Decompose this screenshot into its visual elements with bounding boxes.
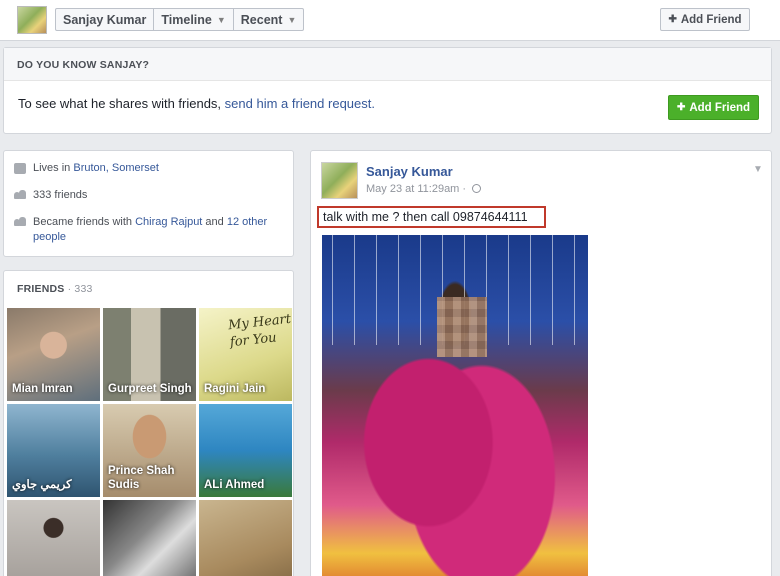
friends-title[interactable]: FRIENDS · 333 — [4, 271, 293, 307]
chevron-down-icon[interactable]: ▼ — [753, 164, 763, 175]
friend-name[interactable]: Mian Imran — [12, 382, 98, 396]
caret-down-icon: ▼ — [287, 14, 297, 25]
friend-tile[interactable]: Gurpreet Singh — [103, 308, 196, 401]
friend-name[interactable]: كريمي جاوي — [12, 478, 98, 492]
friends-count-text: 333 friends — [33, 189, 88, 201]
friend-tile[interactable] — [7, 500, 100, 576]
people-icon — [14, 217, 26, 228]
post-author-avatar[interactable] — [321, 162, 358, 199]
do-you-know-text: To see what he shares with friends, send… — [18, 96, 375, 111]
do-you-know-title: DO YOU KNOW SANJAY? — [4, 48, 771, 81]
home-icon — [14, 163, 26, 174]
friend-tile[interactable]: My Heart for You Ragini Jain — [199, 308, 292, 401]
friend-tile[interactable]: ALi Ahmed — [199, 404, 292, 497]
friends-count-row: 333 friends — [14, 188, 283, 203]
do-you-know-box: DO YOU KNOW SANJAY? To see what he share… — [3, 47, 772, 134]
friend-name[interactable]: ALi Ahmed — [204, 478, 290, 492]
post-text: talk with me ? then call 09874644111 — [317, 206, 546, 228]
mutual-friend-link[interactable]: Chirag Rajput — [135, 216, 202, 228]
friend-tile[interactable] — [199, 500, 292, 576]
friend-tile[interactable]: كريمي جاوي — [7, 404, 100, 497]
became-friends-row: Became friends with Chirag Rajput and 12… — [14, 215, 283, 245]
post-author-name[interactable]: Sanjay Kumar — [366, 164, 453, 179]
friend-name[interactable]: Prince Shah Sudis — [108, 464, 194, 492]
post-photo[interactable] — [322, 235, 588, 576]
globe-icon — [472, 184, 482, 193]
friend-name[interactable]: Gurpreet Singh — [108, 382, 194, 396]
breadcrumb-timeline[interactable]: Timeline ▼ — [154, 9, 234, 30]
caret-down-icon: ▼ — [216, 14, 226, 25]
timeline-post: Sanjay Kumar May 23 at 11:29am · ▼ talk … — [310, 150, 772, 576]
pixelated-face — [437, 297, 487, 357]
friends-grid: Mian Imran Gurpreet Singh My Heart for Y… — [7, 308, 293, 576]
add-friend-button[interactable]: ✚ Add Friend — [660, 8, 750, 31]
add-friend-primary-button[interactable]: ✚ Add Friend — [668, 95, 759, 120]
breadcrumb-recent[interactable]: Recent ▼ — [234, 9, 304, 30]
send-friend-request-link[interactable]: send him a friend request. — [225, 96, 375, 111]
friends-box: FRIENDS · 333 Mian Imran Gurpreet Singh … — [3, 270, 294, 576]
location-link[interactable]: Bruton, Somerset — [73, 162, 159, 174]
friend-name[interactable]: Ragini Jain — [204, 382, 290, 396]
timeline-header: Sanjay Kumar Timeline ▼ Recent ▼ ✚ Add Frie… — [0, 0, 780, 41]
add-friend-icon: ✚ — [676, 102, 686, 113]
breadcrumb: Sanjay Kumar Timeline ▼ Recent ▼ — [55, 8, 305, 31]
intro-box: Lives in Bruton, Somerset 333 friends Be… — [3, 150, 294, 257]
profile-avatar[interactable] — [17, 6, 47, 34]
lives-in-row: Lives in Bruton, Somerset — [14, 161, 283, 176]
friend-tile[interactable]: Mian Imran — [7, 308, 100, 401]
post-timestamp[interactable]: May 23 at 11:29am · — [366, 183, 482, 195]
friend-tile[interactable]: Prince Shah Sudis — [103, 404, 196, 497]
friend-tile[interactable] — [103, 500, 196, 576]
breadcrumb-profile-name[interactable]: Sanjay Kumar — [56, 9, 155, 30]
people-icon — [14, 190, 26, 201]
friend-photo-caption: My Heart for You — [227, 311, 292, 351]
add-friend-icon: ✚ — [668, 14, 677, 25]
